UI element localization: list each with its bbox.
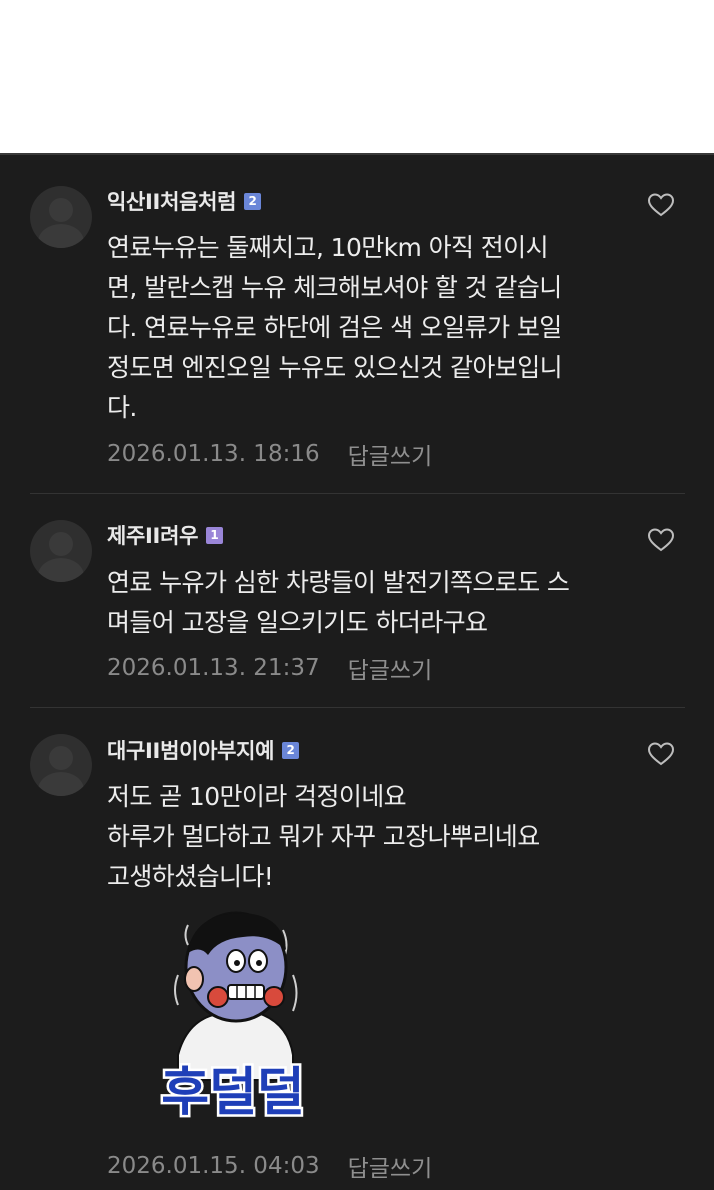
top-blank-area bbox=[0, 0, 714, 153]
heart-outline-icon[interactable] bbox=[647, 741, 675, 767]
reply-button[interactable]: 답글쓰기 bbox=[348, 651, 433, 685]
comment-text: 연료 누유가 심한 차량들이 발전기쪽으로도 스 며들어 고장을 일으키기도 하… bbox=[107, 568, 570, 637]
level-badge: 2 bbox=[282, 741, 300, 759]
author-row: 제주II려우 1 bbox=[107, 520, 224, 550]
author-name[interactable]: 대구II범이아부지예 bbox=[107, 735, 274, 765]
author-row: 대구II범이아부지예 2 bbox=[107, 735, 300, 765]
reply-button[interactable]: 답글쓰기 bbox=[348, 437, 433, 471]
reply-button[interactable]: 답글쓰기 bbox=[348, 1149, 433, 1183]
author-name[interactable]: 익산II처음처럼 bbox=[107, 186, 236, 216]
avatar[interactable] bbox=[30, 734, 92, 796]
divider bbox=[30, 493, 685, 494]
default-profile-icon bbox=[49, 198, 73, 222]
heart-outline-icon[interactable] bbox=[647, 192, 675, 218]
divider bbox=[30, 707, 685, 708]
comment-meta: 2026.01.15. 04:03 답글쓰기 bbox=[107, 1149, 432, 1183]
avatar[interactable] bbox=[30, 186, 92, 248]
author-row: 익산II처음처럼 2 bbox=[107, 186, 262, 216]
default-profile-icon bbox=[49, 532, 73, 556]
comment-meta: 2026.01.13. 18:16 답글쓰기 bbox=[107, 437, 432, 471]
default-profile-icon bbox=[49, 746, 73, 770]
comment-date: 2026.01.13. 18:16 bbox=[107, 441, 320, 467]
comment-date: 2026.01.15. 04:03 bbox=[107, 1153, 320, 1179]
heart-outline-icon[interactable] bbox=[647, 527, 675, 553]
avatar[interactable] bbox=[30, 520, 92, 582]
sticker-image: 후덜덜 bbox=[159, 911, 307, 1125]
author-name[interactable]: 제주II려우 bbox=[107, 520, 198, 550]
level-badge: 1 bbox=[206, 526, 224, 544]
level-badge: 2 bbox=[244, 192, 262, 210]
comment-text: 연료누유는 둘째치고, 10만km 아직 전이시 면, 발란스캡 누유 체크해보… bbox=[107, 233, 563, 422]
comment-date: 2026.01.13. 21:37 bbox=[107, 655, 320, 681]
comment-meta: 2026.01.13. 21:37 답글쓰기 bbox=[107, 651, 432, 685]
comment-text: 저도 곧 10만이라 걱정이네요 하루가 멀다하고 뭐가 자꾸 고장나뿌리네요 … bbox=[107, 782, 540, 891]
sticker-caption: 후덜덜 bbox=[161, 1063, 305, 1123]
